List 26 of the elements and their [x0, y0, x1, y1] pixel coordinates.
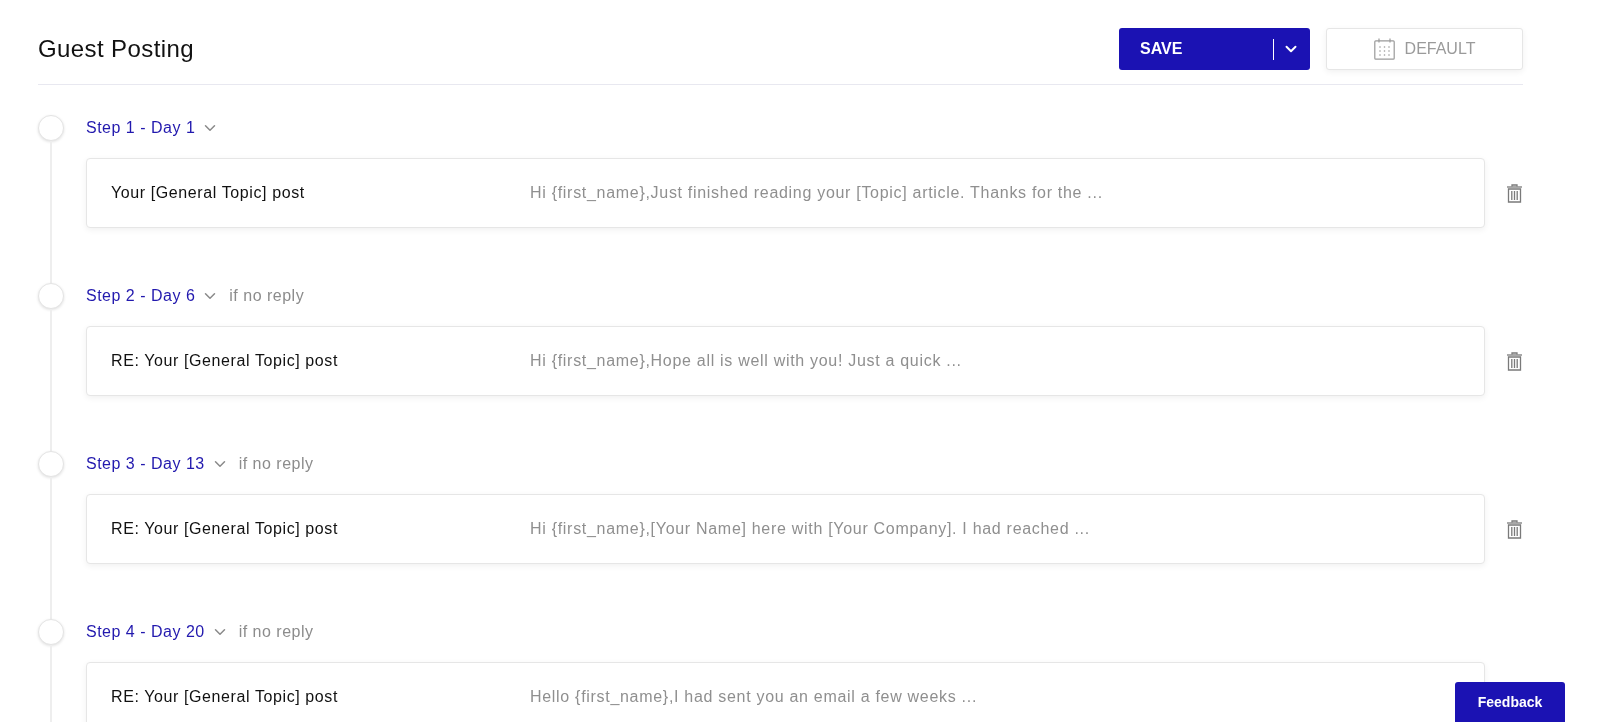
email-subject: RE: Your [General Topic] post — [111, 351, 339, 371]
email-card[interactable]: Your [General Topic] post Hi {first_name},Just finished reading your [Topic] article. Thanks for the ... — [86, 158, 1485, 228]
step-timing-dropdown[interactable]: Step 3 - Day 13 — [86, 452, 229, 476]
calendar-icon — [1373, 38, 1395, 60]
email-subject: RE: Your [General Topic] post — [111, 687, 339, 707]
email-subject: Your [General Topic] post — [111, 183, 306, 203]
trash-icon[interactable] — [1506, 351, 1523, 371]
step-condition: if no reply — [229, 286, 305, 306]
trash-icon[interactable] — [1506, 519, 1523, 539]
email-preview: Hi {first_name},[Your Name] here with [Your Company]. I had reached ... — [530, 519, 1090, 539]
page-title: Guest Posting — [38, 34, 194, 64]
email-card[interactable]: RE: Your [General Topic] post Hi {first_name},Hope all is well with you! Just a quick ... — [86, 326, 1485, 396]
step-condition: if no reply — [238, 454, 314, 474]
save-button[interactable]: SAVE — [1119, 28, 1273, 70]
step-timing-dropdown[interactable]: Step 4 - Day 20 — [86, 620, 229, 644]
email-preview: Hi {first_name},Hope all is well with you! Just a quick ... — [530, 351, 962, 371]
save-options-button[interactable] — [1273, 28, 1310, 70]
email-card[interactable]: RE: Your [General Topic] post Hi {first_name},[Your Name] here with [Your Company]. I had reached ... — [86, 494, 1485, 564]
email-preview: Hello {first_name},I had sent you an email a few weeks ... — [530, 687, 978, 707]
trash-icon[interactable] — [1506, 183, 1523, 203]
email-preview: Hi {first_name},Just finished reading your [Topic] article. Thanks for the ... — [530, 183, 1103, 203]
step-condition: if no reply — [238, 622, 314, 642]
feedback-button[interactable]: Feedback — [1455, 682, 1565, 722]
step-timing-dropdown[interactable]: Step 1 - Day 1 — [86, 116, 220, 140]
email-subject: RE: Your [General Topic] post — [111, 519, 339, 539]
step-timing-dropdown[interactable]: Step 2 - Day 6 — [86, 284, 220, 308]
